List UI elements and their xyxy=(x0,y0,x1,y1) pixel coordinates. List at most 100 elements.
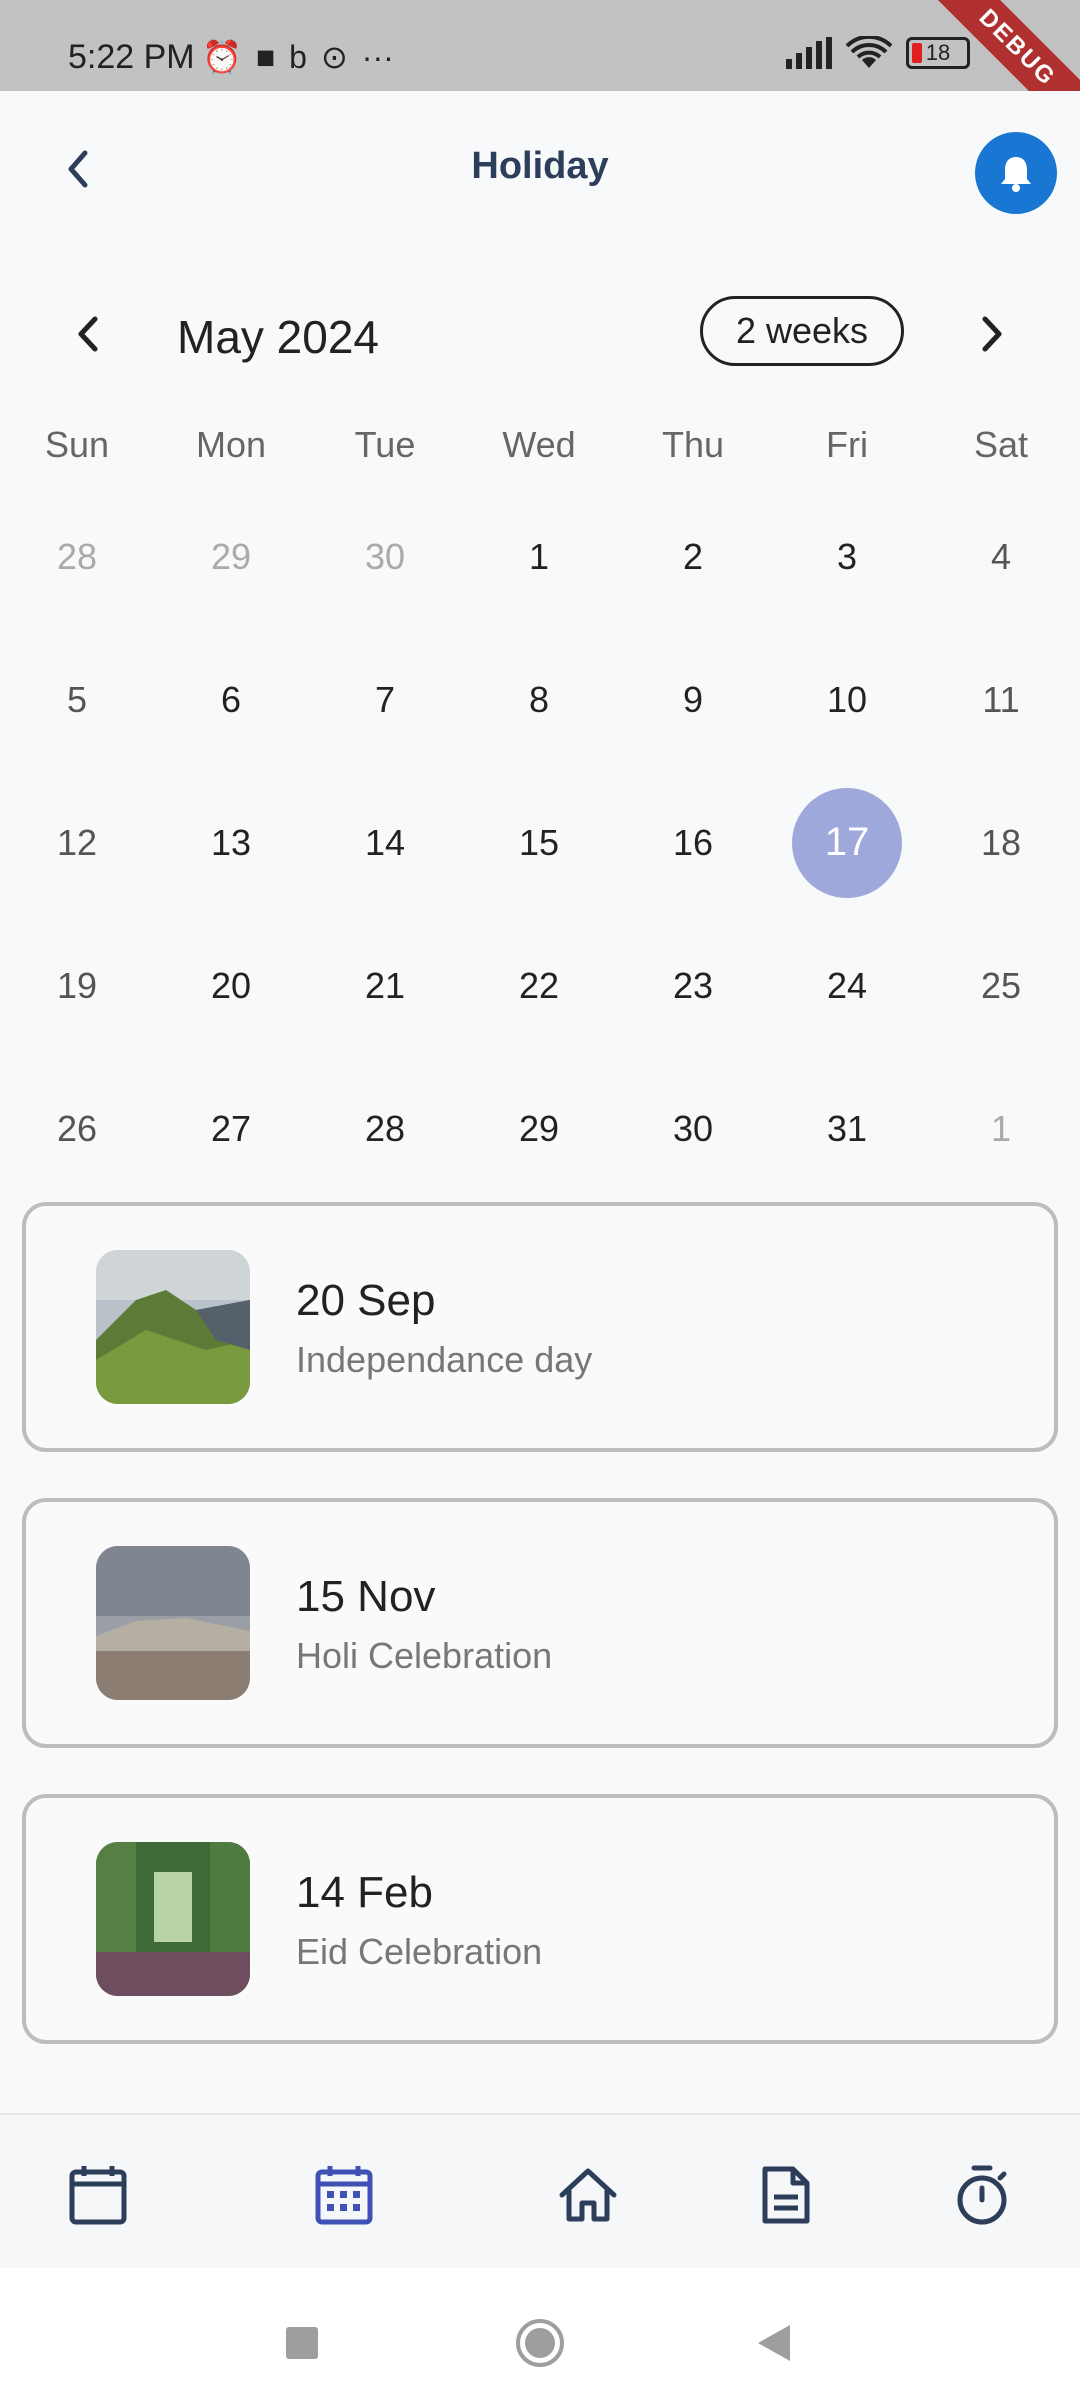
calendar-day[interactable]: 14 xyxy=(308,771,462,914)
chevron-right-icon xyxy=(982,316,1002,352)
wifi-icon xyxy=(846,36,892,68)
holiday-name: Independance day xyxy=(296,1339,593,1380)
weekday-label: Mon xyxy=(195,424,267,465)
calendar-day[interactable]: 18 xyxy=(924,771,1078,914)
weekday-label: Fri xyxy=(826,424,868,465)
day-number: 20 xyxy=(210,964,252,1006)
calendar-icon xyxy=(69,2166,127,2225)
circle-home-icon xyxy=(516,2319,564,2367)
holiday-date: 14 Feb xyxy=(296,1868,433,1917)
calendar-day[interactable]: 12 xyxy=(0,771,154,914)
day-number: 19 xyxy=(56,964,98,1006)
nav-calendar[interactable] xyxy=(58,2160,138,2230)
calendar-day[interactable]: 29 xyxy=(462,1057,616,1200)
holiday-card[interactable]: 14 Feb Eid Celebration xyxy=(22,1794,1058,2044)
back-system-button[interactable] xyxy=(744,2313,804,2373)
day-number: 26 xyxy=(56,1107,98,1149)
calendar-day[interactable]: 7 xyxy=(308,628,462,771)
calendar-day[interactable]: 20 xyxy=(154,914,308,1057)
day-number: 30 xyxy=(364,535,406,577)
holiday-thumbnail xyxy=(96,1546,250,1700)
calendar-day[interactable]: 1 xyxy=(462,485,616,628)
day-number: 3 xyxy=(836,535,858,577)
calendar-day[interactable]: 24 xyxy=(770,914,924,1057)
calendar-day[interactable]: 22 xyxy=(462,914,616,1057)
notifications-button[interactable] xyxy=(975,132,1057,214)
calendar-day[interactable]: 16 xyxy=(616,771,770,914)
holiday-list: 20 Sep Independance day 15 Nov Holi Cele… xyxy=(22,1202,1058,2090)
next-month-button[interactable] xyxy=(970,312,1014,356)
day-number: 23 xyxy=(672,964,714,1006)
day-number: 29 xyxy=(518,1107,560,1149)
day-number: 10 xyxy=(826,678,868,720)
calendar-day[interactable]: 31 xyxy=(770,1057,924,1200)
home-system-button[interactable] xyxy=(510,2313,570,2373)
calendar-day[interactable]: 28 xyxy=(0,485,154,628)
status-bar: 5:22 PM ⏰ ■ b ⊙ ··· 18 DEBUG xyxy=(0,0,1080,91)
holiday-card[interactable]: 15 Nov Holi Celebration xyxy=(22,1498,1058,1748)
day-number: 12 xyxy=(56,821,98,863)
bell-icon xyxy=(1001,157,1031,192)
day-number: 15 xyxy=(518,821,560,863)
day-number: 27 xyxy=(210,1107,252,1149)
calendar-day[interactable]: 13 xyxy=(154,771,308,914)
calendar-day[interactable]: 5 xyxy=(0,628,154,771)
calendar-day[interactable]: 25 xyxy=(924,914,1078,1057)
calendar-day[interactable]: 2 xyxy=(616,485,770,628)
calendar-day[interactable]: 15 xyxy=(462,771,616,914)
calendar-day[interactable]: 30 xyxy=(308,485,462,628)
nav-documents[interactable] xyxy=(746,2160,826,2230)
holiday-card[interactable]: 20 Sep Independance day xyxy=(22,1202,1058,1452)
signal-icon xyxy=(786,37,832,69)
day-number: 14 xyxy=(364,821,406,863)
bing-icon: b xyxy=(289,39,307,75)
day-number: 28 xyxy=(364,1107,406,1149)
calendar-day[interactable]: 26 xyxy=(0,1057,154,1200)
home-icon xyxy=(559,2168,617,2222)
recents-button[interactable] xyxy=(272,2313,332,2373)
calendar-day[interactable]: 1 xyxy=(924,1057,1078,1200)
calendar-day[interactable]: 19 xyxy=(0,914,154,1057)
holiday-thumbnail xyxy=(96,1842,250,1996)
calendar-day-selected[interactable]: 17 xyxy=(770,771,924,914)
calendar-day[interactable]: 30 xyxy=(616,1057,770,1200)
day-number: 21 xyxy=(364,964,406,1006)
day-number: 24 xyxy=(826,964,868,1006)
previous-month-button[interactable] xyxy=(66,312,110,356)
calendar-day[interactable]: 3 xyxy=(770,485,924,628)
battery-level: 18 xyxy=(925,40,951,65)
weekday-label: Thu xyxy=(661,424,725,465)
day-number: 1 xyxy=(990,1107,1012,1149)
calendar-day[interactable]: 28 xyxy=(308,1057,462,1200)
calendar-day[interactable]: 27 xyxy=(154,1057,308,1200)
status-system-icons: 18 xyxy=(784,36,970,70)
nav-timer[interactable] xyxy=(942,2160,1022,2230)
day-number: 29 xyxy=(210,535,252,577)
document-icon xyxy=(762,2166,810,2224)
status-notification-icons: ⏰ ■ b ⊙ ··· xyxy=(202,38,394,76)
calendar-day[interactable]: 29 xyxy=(154,485,308,628)
calendar-day[interactable]: 21 xyxy=(308,914,462,1057)
day-number: 1 xyxy=(528,535,550,577)
weekday-label: Wed xyxy=(502,424,576,465)
day-number: 8 xyxy=(528,678,550,720)
holiday-date: 20 Sep xyxy=(296,1276,436,1325)
day-number: 2 xyxy=(682,535,704,577)
calendar-day[interactable]: 4 xyxy=(924,485,1078,628)
calendar-day[interactable]: 10 xyxy=(770,628,924,771)
video-icon: ■ xyxy=(255,39,276,75)
nav-holiday[interactable] xyxy=(304,2160,384,2230)
calendar-day[interactable]: 6 xyxy=(154,628,308,771)
nav-home[interactable] xyxy=(548,2160,628,2230)
day-number: 4 xyxy=(990,535,1012,577)
day-number: 13 xyxy=(210,821,252,863)
calendar-header: May 2024 2 weeks xyxy=(0,290,1080,380)
format-toggle-button[interactable]: 2 weeks xyxy=(700,296,904,366)
calendar-day[interactable]: 23 xyxy=(616,914,770,1057)
weekday-label: Sun xyxy=(44,424,110,465)
calendar-day[interactable]: 9 xyxy=(616,628,770,771)
calendar-day[interactable]: 8 xyxy=(462,628,616,771)
day-number: 28 xyxy=(56,535,98,577)
triangle-back-icon xyxy=(758,2325,790,2361)
calendar-day[interactable]: 11 xyxy=(924,628,1078,771)
